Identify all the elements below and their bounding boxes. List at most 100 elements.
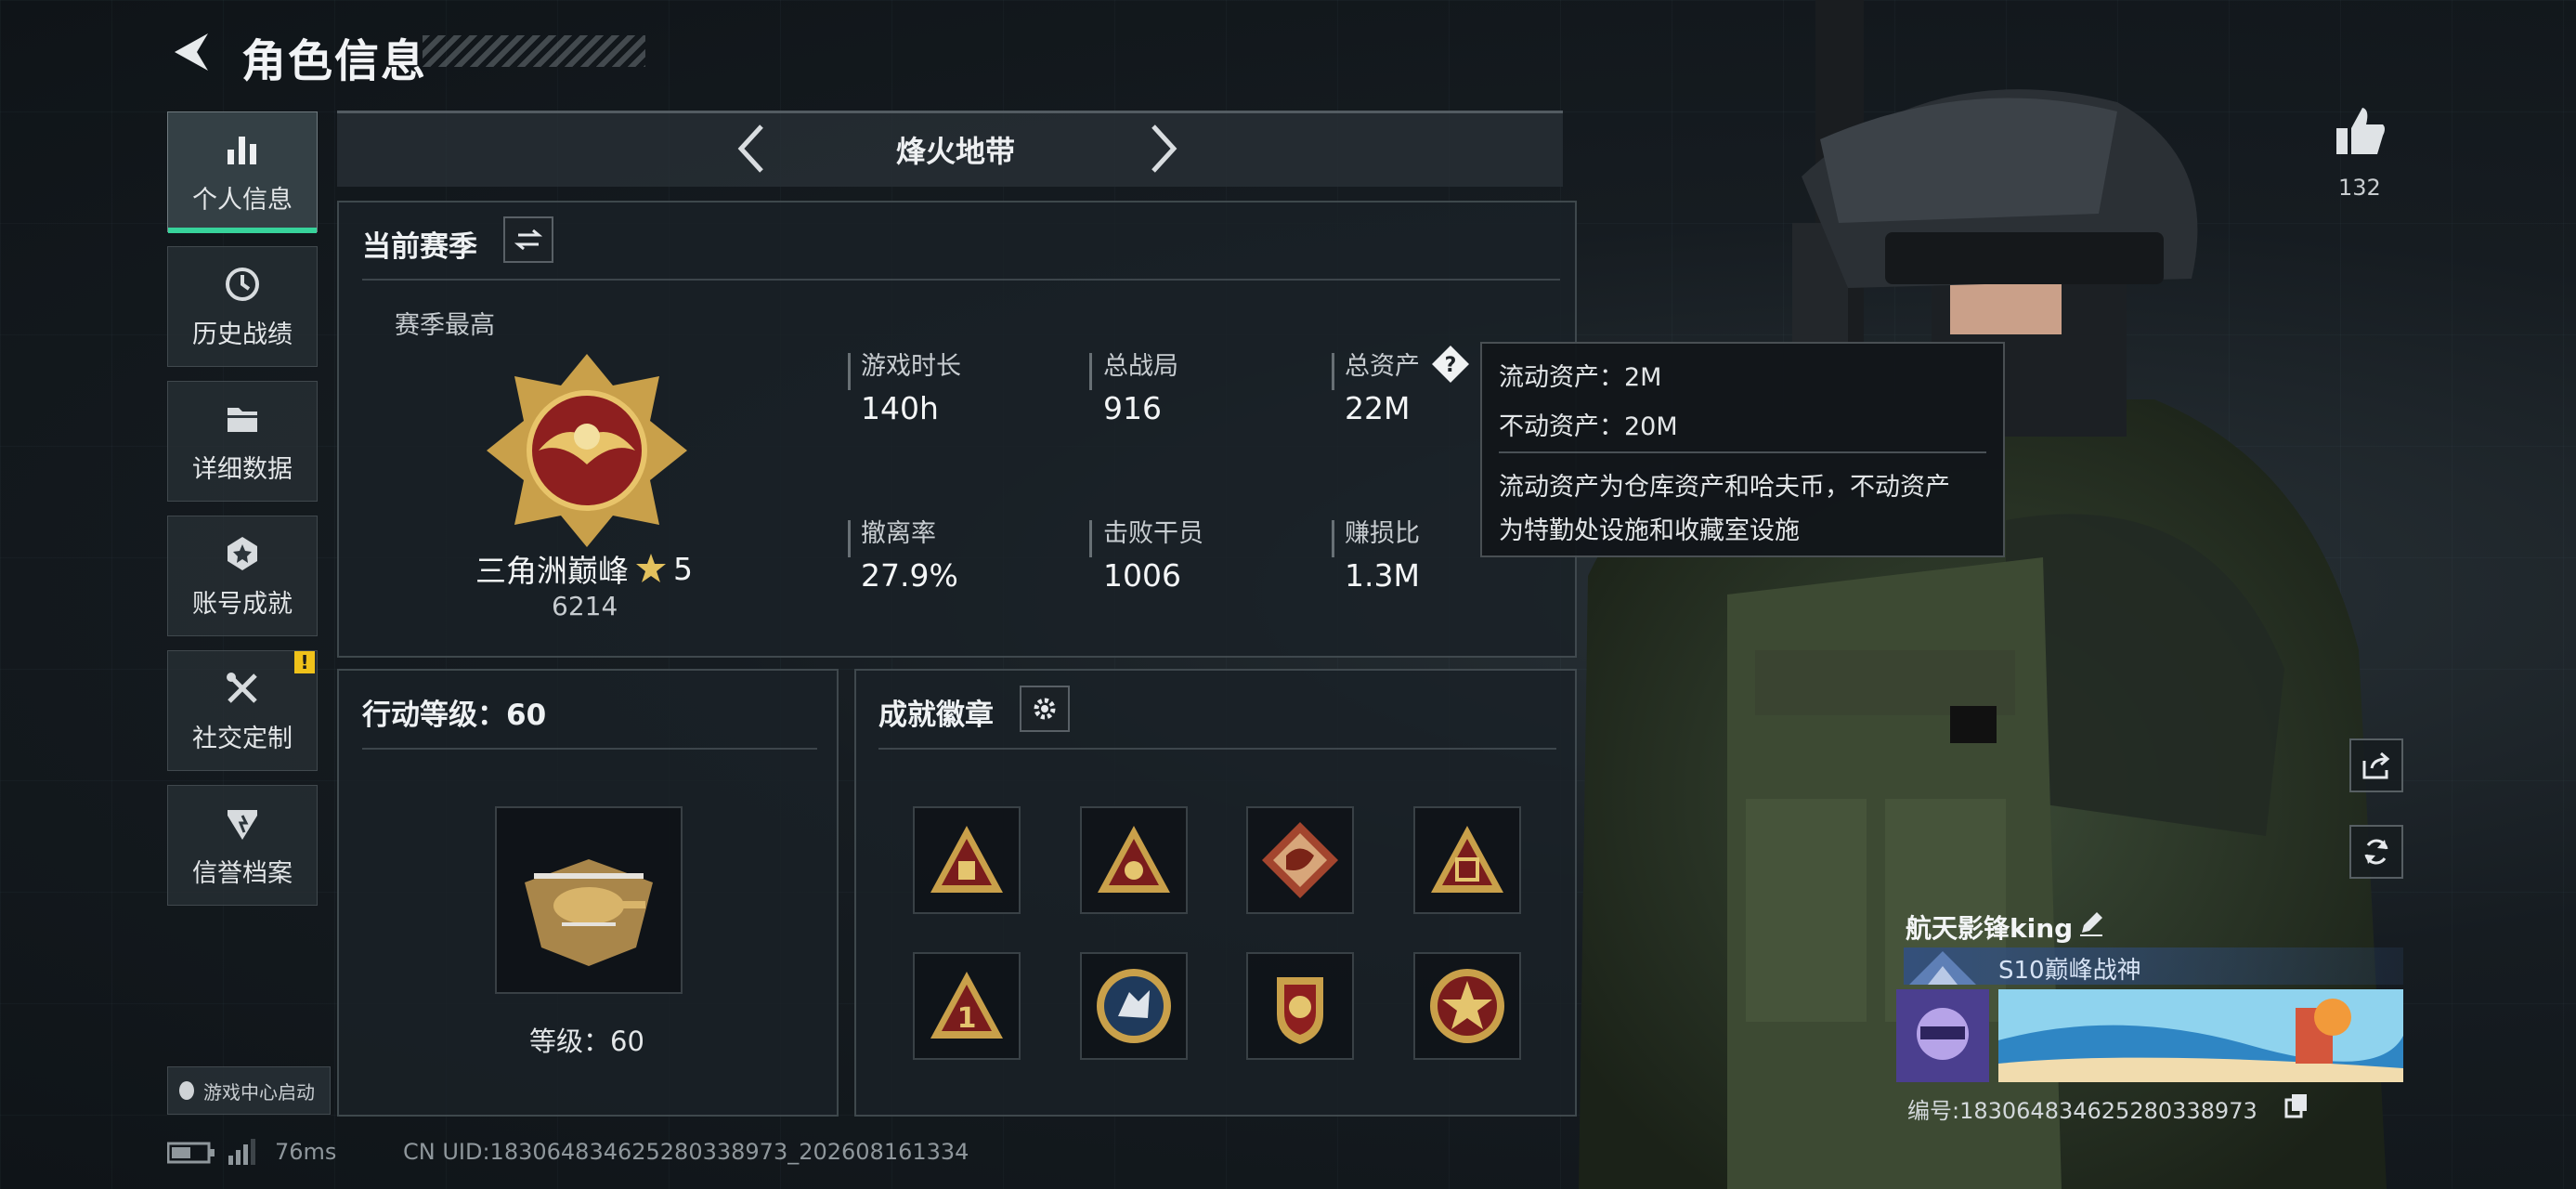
divider	[878, 748, 1556, 750]
star-medal-badge-icon	[1430, 969, 1504, 1043]
helicopter-emblem-icon	[525, 859, 653, 966]
next-mode-chevron-icon[interactable]	[1144, 121, 1181, 176]
tools-icon	[227, 672, 257, 703]
tooltip-divider	[1499, 451, 1986, 453]
clock-icon	[226, 267, 259, 301]
crest-badge-icon	[1277, 977, 1323, 1044]
stat-value-kills: 1006	[1103, 557, 1181, 594]
prev-mode-chevron-icon[interactable]	[734, 121, 771, 176]
triangle-badge-icon	[1431, 826, 1503, 893]
stat-value-total-assets: 22M	[1345, 390, 1411, 426]
refresh-icon	[2364, 839, 2388, 865]
badge-section-title: 成就徽章	[878, 699, 994, 732]
svg-text:1: 1	[957, 1002, 977, 1035]
stat-value-total-matches: 916	[1103, 390, 1162, 426]
achievement-badge[interactable]	[1413, 806, 1521, 914]
gear-icon	[1034, 698, 1056, 720]
game-center-launch-button[interactable]: 游戏中心启动	[167, 1066, 331, 1115]
dragon-badge-icon	[1262, 822, 1338, 898]
mode-title: 烽火地带	[896, 134, 1016, 169]
title-strip	[1904, 947, 2403, 985]
level-caption: 等级：60	[529, 1026, 644, 1057]
stat-label-extract-rate: 撤离率	[861, 519, 936, 548]
achievement-badge[interactable]	[1246, 806, 1354, 914]
stat-divider	[848, 353, 851, 390]
svg-text:?: ?	[1445, 354, 1457, 377]
title-decoration	[423, 35, 645, 67]
stat-divider	[1332, 353, 1334, 390]
swap-icon	[514, 229, 542, 251]
season-switch-button[interactable]	[503, 216, 553, 263]
sidebar-item-history[interactable]: 历史战绩	[167, 246, 318, 367]
like-count: 132	[2338, 175, 2381, 201]
bar-chart-icon	[228, 136, 256, 164]
stat-label-profit-ratio: 赚损比	[1345, 519, 1420, 548]
stat-label-total-matches: 总战局	[1103, 352, 1178, 381]
sidebar-item-detailed-data[interactable]: 详细数据	[167, 381, 318, 502]
tooltip-desc-1: 流动资产为仓库资产和哈夫币，不动资产	[1499, 473, 1950, 502]
rank-name: 三角洲巅峰	[475, 553, 629, 589]
profile-banner-image	[1896, 989, 2403, 1082]
sidebar-label: 社交定制	[192, 724, 293, 753]
level-section-title: 行动等级：60	[362, 699, 547, 732]
stat-value-profit-ratio: 1.3M	[1345, 557, 1420, 594]
sidebar-item-credit[interactable]: 信誉档案	[167, 785, 318, 906]
player-title: S10巅峰战神	[1998, 957, 2141, 985]
folder-icon	[228, 407, 257, 432]
sidebar-item-social[interactable]: 社交定制 !	[167, 650, 318, 771]
assets-tooltip: 流动资产：2M 不动资产：20M 流动资产为仓库资产和哈夫币，不动资产 为特勤处…	[1480, 342, 2005, 557]
penguin-icon	[179, 1081, 194, 1100]
thumbs-up-icon[interactable]	[2333, 104, 2388, 160]
stat-value-playtime: 140h	[861, 390, 939, 426]
achievement-badge[interactable]: 1	[913, 952, 1021, 1060]
sidebar-item-achievements[interactable]: 账号成就	[167, 516, 318, 636]
share-icon	[2362, 751, 2390, 779]
uid-text: CN UID:183064834625280338973_20260816133…	[403, 1139, 969, 1165]
shield-icon	[228, 809, 257, 840]
copy-icon[interactable]	[2284, 1092, 2309, 1118]
share-button[interactable]	[2349, 738, 2403, 792]
page-title: 角色信息	[241, 35, 428, 87]
achievement-badge[interactable]	[913, 806, 1021, 914]
rank-name-row: 三角洲巅峰 5	[475, 546, 693, 591]
sidebar-label: 详细数据	[192, 454, 293, 484]
stat-value-extract-rate: 27.9%	[861, 557, 958, 594]
title-emblem-icon	[1909, 951, 1976, 985]
help-icon[interactable]: ?	[1430, 344, 1471, 385]
wolf-badge-icon	[1097, 969, 1171, 1043]
triangle-badge-icon	[1098, 826, 1170, 893]
sidebar-label: 信誉档案	[192, 858, 293, 888]
stat-label-total-assets: 总资产	[1345, 352, 1420, 381]
back-arrow-icon[interactable]	[167, 28, 215, 76]
star-icon	[636, 554, 666, 582]
player-id: 编号:183064834625280338973	[1907, 1098, 2257, 1124]
tooltip-liquid-assets: 流动资产：2M	[1499, 363, 1662, 392]
achievement-icon	[228, 536, 257, 570]
achievement-badge[interactable]	[1080, 952, 1188, 1060]
season-best-label: 赛季最高	[395, 311, 495, 340]
stat-divider	[1089, 520, 1092, 557]
season-section-title: 当前赛季	[362, 230, 477, 264]
achievement-badge[interactable]	[1413, 952, 1521, 1060]
signal-icon	[228, 1139, 255, 1165]
refresh-button[interactable]	[2349, 825, 2403, 879]
launcher-label: 游戏中心启动	[203, 1080, 315, 1104]
battery-icon	[167, 1142, 215, 1164]
stat-label-kills: 击败干员	[1103, 519, 1203, 548]
sidebar-label: 历史战绩	[192, 320, 293, 349]
divider	[362, 279, 1560, 281]
stat-label-playtime: 游戏时长	[861, 352, 961, 381]
edit-pencil-icon[interactable]	[2076, 908, 2106, 938]
achievement-badge[interactable]	[1246, 952, 1354, 1060]
achievement-badge[interactable]	[1080, 806, 1188, 914]
sidebar-label: 个人信息	[192, 185, 293, 215]
rank-stars: 5	[673, 550, 693, 587]
triangle-badge-icon	[930, 826, 1003, 893]
sidebar-label: 账号成就	[192, 589, 293, 619]
rank-points: 6214	[552, 591, 618, 621]
tooltip-desc-2: 为特勤处设施和收藏室设施	[1499, 516, 1800, 545]
number-one-badge-icon: 1	[930, 972, 1003, 1039]
sidebar-item-personal-info[interactable]: 个人信息	[167, 111, 318, 233]
ping-value: 76ms	[275, 1139, 337, 1165]
badge-settings-button[interactable]	[1020, 686, 1070, 732]
